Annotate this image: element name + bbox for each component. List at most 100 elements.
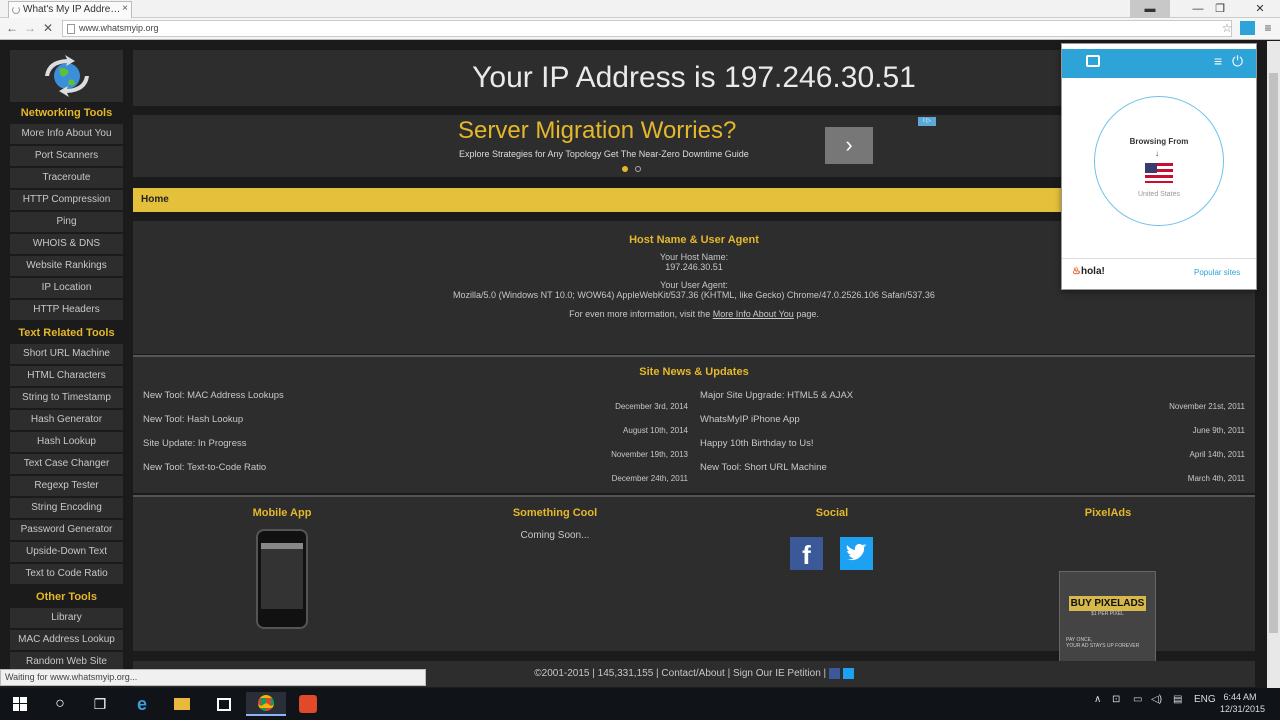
sidebar-item[interactable]: Port Scanners [10,146,123,166]
news-item[interactable]: New Tool: Short URL Machine March 4th, 20… [700,462,1245,486]
sidebar-item[interactable]: WHOIS & DNS [10,234,123,254]
news-item-date: November 19th, 2013 [611,450,688,459]
sidebar-item[interactable]: MAC Address Lookup [10,630,123,650]
sidebar-item[interactable]: Hash Lookup [10,432,123,452]
tab-close-icon[interactable]: × [122,3,128,14]
volume-icon[interactable]: ◁) [1151,694,1162,705]
power-icon[interactable]: ⏻ [1232,53,1243,70]
address-bar[interactable]: www.whatsmyip.org [62,20,1232,37]
sidebar-item[interactable]: Traceroute [10,168,123,188]
ad-choices-icon[interactable]: i ▷ [918,117,936,126]
news-item[interactable]: New Tool: Text-to-Code Ratio December 24t… [143,462,688,486]
site-logo[interactable] [10,50,123,102]
display-icon[interactable]: ▭ [1133,694,1142,705]
search-icon[interactable]: ○ [40,692,80,716]
more-info-line: For even more information, visit the Mor… [133,309,1255,319]
file-explorer-icon[interactable] [162,692,202,716]
news-item-title[interactable]: New Tool: MAC Address Lookups [143,390,688,401]
sidebar-item[interactable]: IP Location [10,278,123,298]
sidebar-heading-networking: Networking Tools [20,107,113,119]
notifications-icon[interactable]: ▤ [1173,694,1182,705]
hola-status-ring: Browsing From ↓ United States [1094,96,1224,226]
clock-date: 12/31/2015 [1220,704,1266,714]
contact-link[interactable]: Contact/About [661,668,724,679]
windows-start-icon[interactable] [0,692,40,716]
close-window-button[interactable]: ✕ [1240,0,1280,18]
petition-link[interactable]: Sign Our IE Petition [733,668,821,679]
edge-icon[interactable]: e [122,692,162,716]
globe-logo-icon [44,55,89,97]
sidebar-item[interactable]: Ping [10,212,123,232]
sidebar-item[interactable]: Text to Code Ratio [10,564,123,584]
profile-button[interactable]: ▬ [1130,0,1170,18]
page-title: Your IP Address is 197.246.30.51 [472,61,916,94]
forward-icon[interactable]: → [22,20,38,36]
network-icon[interactable]: ⊡ [1112,694,1120,705]
news-item[interactable]: Major Site Upgrade: HTML5 & AJAX November… [700,390,1245,414]
browser-tab[interactable]: What's My IP Addre… × [8,1,132,18]
sidebar-item[interactable]: More Info About You [10,124,123,144]
sidebar-item[interactable]: Library [10,608,123,628]
chrome-taskbar-icon[interactable] [246,692,286,716]
ad-carousel-dot-active[interactable] [622,166,628,172]
tray-chevron-icon[interactable]: ∧ [1094,694,1101,705]
hola-menu-icon[interactable]: ≡ [1214,53,1222,69]
sidebar-item[interactable]: HTTP Compression [10,190,123,210]
facebook-icon[interactable]: f [790,537,823,570]
news-item-title[interactable]: New Tool: Short URL Machine [700,462,1245,473]
news-item-title[interactable]: Major Site Upgrade: HTML5 & AJAX [700,390,1245,401]
us-flag-icon[interactable] [1145,163,1173,183]
sidebar-item[interactable]: Short URL Machine [10,344,123,364]
bookmark-star-icon[interactable]: ☆ [1219,20,1235,36]
lock-icon[interactable] [1086,55,1100,67]
sidebar-item[interactable]: String Encoding [10,498,123,518]
sidebar-item[interactable]: Upside-Down Text [10,542,123,562]
clock[interactable]: 6:44 AM 12/31/2015 [1220,691,1266,715]
hola-extension-icon[interactable] [1240,21,1255,35]
popular-sites-link[interactable]: Popular sites [1194,268,1240,277]
sidebar-item[interactable]: HTML Characters [10,366,123,386]
ad-title[interactable]: Server Migration Worries? [458,117,736,145]
task-view-icon[interactable]: ❐ [80,692,120,716]
pixelads-image[interactable]: BUY PIXELADS $1 PER PIXEL PAY ONCE, YOUR… [1059,571,1156,667]
sidebar-item[interactable]: Regexp Tester [10,476,123,496]
news-item[interactable]: New Tool: Hash Lookup August 10th, 2014 [143,414,688,438]
twitter-icon[interactable] [840,537,873,570]
browsing-from-label: Browsing From [1129,137,1189,146]
news-item[interactable]: New Tool: MAC Address Lookups December 3r… [143,390,688,414]
ad-subtitle[interactable]: Explore Strategies for Any Topology Get … [459,149,749,159]
more-info-link[interactable]: More Info About You [713,309,794,319]
recorder-icon[interactable] [288,692,328,716]
news-item-title[interactable]: New Tool: Text-to-Code Ratio [143,462,688,473]
news-item-title[interactable]: Site Update: In Progress [143,438,688,449]
news-item-title[interactable]: New Tool: Hash Lookup [143,414,688,425]
news-item-title[interactable]: WhatsMyIP iPhone App [700,414,1245,425]
scrollbar-thumb[interactable] [1269,73,1278,633]
sidebar-item[interactable]: Website Rankings [10,256,123,276]
hola-header: ≡ ⏻ [1062,49,1256,78]
menu-icon[interactable]: ≡ [1260,20,1276,36]
maximize-button[interactable]: ❐ [1200,0,1240,18]
back-icon[interactable]: ← [4,20,20,36]
sidebar-item[interactable]: Text Case Changer [10,454,123,474]
sidebar-item[interactable]: HTTP Headers [10,300,123,320]
ad-carousel-dot[interactable] [635,166,641,172]
news-item[interactable]: Happy 10th Birthday to Us! April 14th, 20… [700,438,1245,462]
page-scrollbar[interactable] [1267,41,1280,688]
store-icon[interactable] [204,692,244,716]
footer-facebook-icon[interactable] [828,667,840,679]
language-indicator[interactable]: ENG [1194,694,1216,705]
sidebar-item[interactable]: Password Generator [10,520,123,540]
footer-twitter-icon[interactable] [842,667,854,679]
hola-brand: hola! [1080,266,1105,277]
clock-time: 6:44 AM [1223,692,1257,702]
stop-icon[interactable]: ✕ [40,20,56,36]
news-item-title[interactable]: Happy 10th Birthday to Us! [700,438,1245,449]
news-item[interactable]: WhatsMyIP iPhone App June 9th, 2011 [700,414,1245,438]
sidebar-item[interactable]: Hash Generator [10,410,123,430]
phone-app-image[interactable] [256,529,308,629]
news-item[interactable]: Site Update: In Progress November 19th, 2… [143,438,688,462]
sidebar-item[interactable]: String to Timestamp [10,388,123,408]
ad-next-button[interactable]: › [825,127,873,164]
hola-logo: ♨hola! [1072,266,1105,277]
